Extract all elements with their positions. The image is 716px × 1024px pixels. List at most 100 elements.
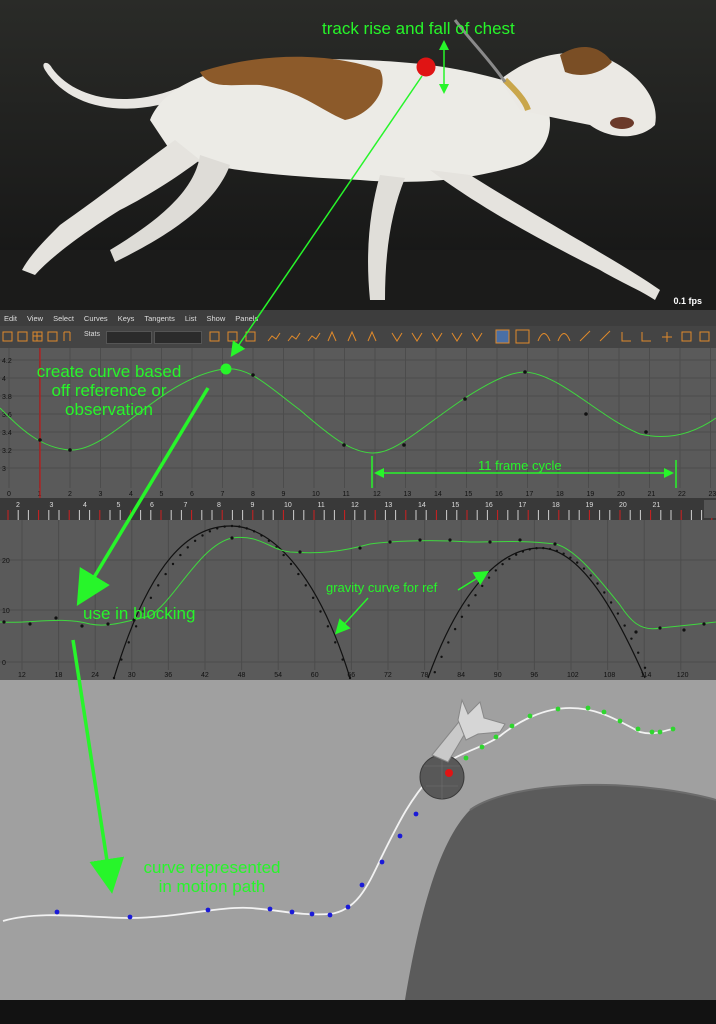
x-tick-label: 24	[91, 672, 99, 679]
gravity-key	[289, 562, 293, 566]
menu-curves[interactable]: Curves	[84, 314, 108, 323]
gravity-key	[311, 596, 315, 600]
y-tick-label: 3	[2, 466, 6, 473]
x-tick-label: 60	[311, 672, 319, 679]
gravity-key	[596, 582, 599, 585]
note-blocking: use in blocking	[83, 604, 196, 623]
frame-label: 9	[251, 502, 255, 509]
x-tick-label: 4	[129, 491, 133, 498]
motion-key-blue	[309, 911, 315, 917]
x-tick-label: 54	[274, 672, 282, 679]
reference-key	[298, 550, 302, 554]
curve-key	[68, 448, 72, 452]
x-tick-label: 22	[678, 491, 686, 498]
gravity-key	[326, 625, 330, 628]
x-tick-label: 12	[18, 672, 26, 679]
gravity-key	[304, 584, 307, 587]
toolbar-left-icons[interactable]	[0, 326, 80, 348]
gravity-key	[474, 593, 477, 597]
reference-key	[518, 538, 522, 542]
time-slider-ticks[interactable]: 2 3 4 5 6 7 8 9 10 11 12 13 14 15 16 17 18 19 20 21	[0, 498, 716, 520]
frame-label: 14	[418, 502, 426, 509]
menu-tangents[interactable]: Tangents	[144, 314, 174, 323]
x-tick-label: 36	[164, 672, 172, 679]
toolbar-tool-icons[interactable]	[204, 326, 714, 348]
curve-key	[38, 438, 42, 442]
y-tick-label: 3.2	[2, 448, 12, 455]
gravity-key	[582, 567, 586, 570]
gravity-key	[548, 547, 552, 551]
menu-panels[interactable]: Panels	[235, 314, 258, 323]
motion-key-green	[635, 726, 641, 732]
y-tick-label: 10	[2, 608, 10, 615]
frame-label: 19	[586, 502, 594, 509]
motion-key-green	[509, 723, 515, 729]
gravity-key	[453, 627, 457, 631]
frame-label: 20	[619, 502, 627, 509]
x-tick-label: 84	[457, 672, 465, 679]
curve-key	[251, 373, 255, 377]
viewport-bottom-strip	[0, 1000, 716, 1024]
motion-key-green	[657, 729, 663, 735]
x-tick-label: 23	[709, 491, 716, 498]
gravity-curve-plot[interactable]: 2010012 18 24 30 36 42 48 54 60 66 72 78 84 90 96 102 10…	[0, 520, 716, 690]
menu-view[interactable]: View	[27, 314, 43, 323]
menu-select[interactable]: Select	[53, 314, 74, 323]
gravity-key	[501, 562, 504, 566]
gravity-key	[535, 547, 538, 550]
note-track-chest: track rise and fall of chest	[322, 19, 515, 38]
reference-key	[634, 630, 638, 634]
y-tick-label: 20	[2, 558, 10, 565]
x-tick-label: 18	[55, 672, 63, 679]
curve-key	[463, 397, 467, 401]
stats-field-2[interactable]	[154, 331, 202, 344]
x-tick-label: 114	[640, 672, 651, 679]
gravity-key	[238, 525, 241, 528]
motion-path-scene[interactable]	[0, 680, 716, 1000]
reference-key	[658, 626, 662, 630]
frame-label: 17	[519, 502, 527, 509]
note-create-line-3: observation	[65, 400, 153, 419]
x-tick-label: 11	[343, 491, 350, 498]
reference-video-frame: 0.1 fps	[0, 0, 716, 310]
note-cycle: 11 frame cycle	[478, 458, 562, 473]
3d-viewport[interactable]	[0, 680, 716, 1000]
dog-rig[interactable]	[419, 698, 506, 800]
motion-key-blue	[379, 859, 385, 865]
time-slider-end	[704, 500, 716, 518]
gravity-key	[575, 561, 579, 564]
note-create-line-1: create curve based	[36, 362, 182, 381]
x-tick-label: 14	[434, 491, 442, 498]
gravity-key	[440, 655, 443, 659]
time-slider[interactable]: 2 3 4 5 6 7 8 9 10 11 12 13 14 15 16 17 18 19 20 21	[0, 498, 716, 520]
gravity-arc-2	[427, 547, 646, 679]
menu-keys[interactable]: Keys	[118, 314, 135, 323]
gravity-key	[149, 596, 153, 600]
gravity-key	[230, 524, 234, 528]
stats-field-1[interactable]	[106, 331, 152, 344]
reference-key	[28, 622, 32, 626]
note-motion-path: curve represented in motion path	[132, 858, 292, 896]
stats-label: Stats	[84, 331, 100, 338]
graph-editor-gravity-curve[interactable]: 20 10 0 12 18 24 30 36 42 48 54 60 66 72 78 84 90 96 102 10…	[0, 520, 716, 690]
motion-key-blue	[205, 907, 211, 913]
y-tick-label: 4	[2, 376, 6, 383]
menu-list[interactable]: List	[185, 314, 197, 323]
x-tick-label: 5	[160, 491, 164, 498]
gravity-key	[164, 572, 167, 576]
gravity-key	[637, 651, 640, 654]
gravity-key	[589, 574, 592, 577]
gravity-key	[157, 584, 160, 587]
gravity-key	[193, 539, 197, 543]
gravity-key	[245, 527, 248, 530]
menu-edit[interactable]: Edit	[4, 314, 17, 323]
motion-key-green	[527, 713, 533, 719]
reference-key	[54, 616, 58, 620]
frame-label: 12	[351, 502, 359, 509]
reference-key	[702, 622, 706, 626]
gravity-key	[487, 576, 491, 579]
menu-show[interactable]: Show	[207, 314, 226, 323]
x-tick-label: 12	[373, 491, 381, 498]
gravity-key	[623, 624, 626, 627]
gravity-key	[616, 612, 620, 615]
